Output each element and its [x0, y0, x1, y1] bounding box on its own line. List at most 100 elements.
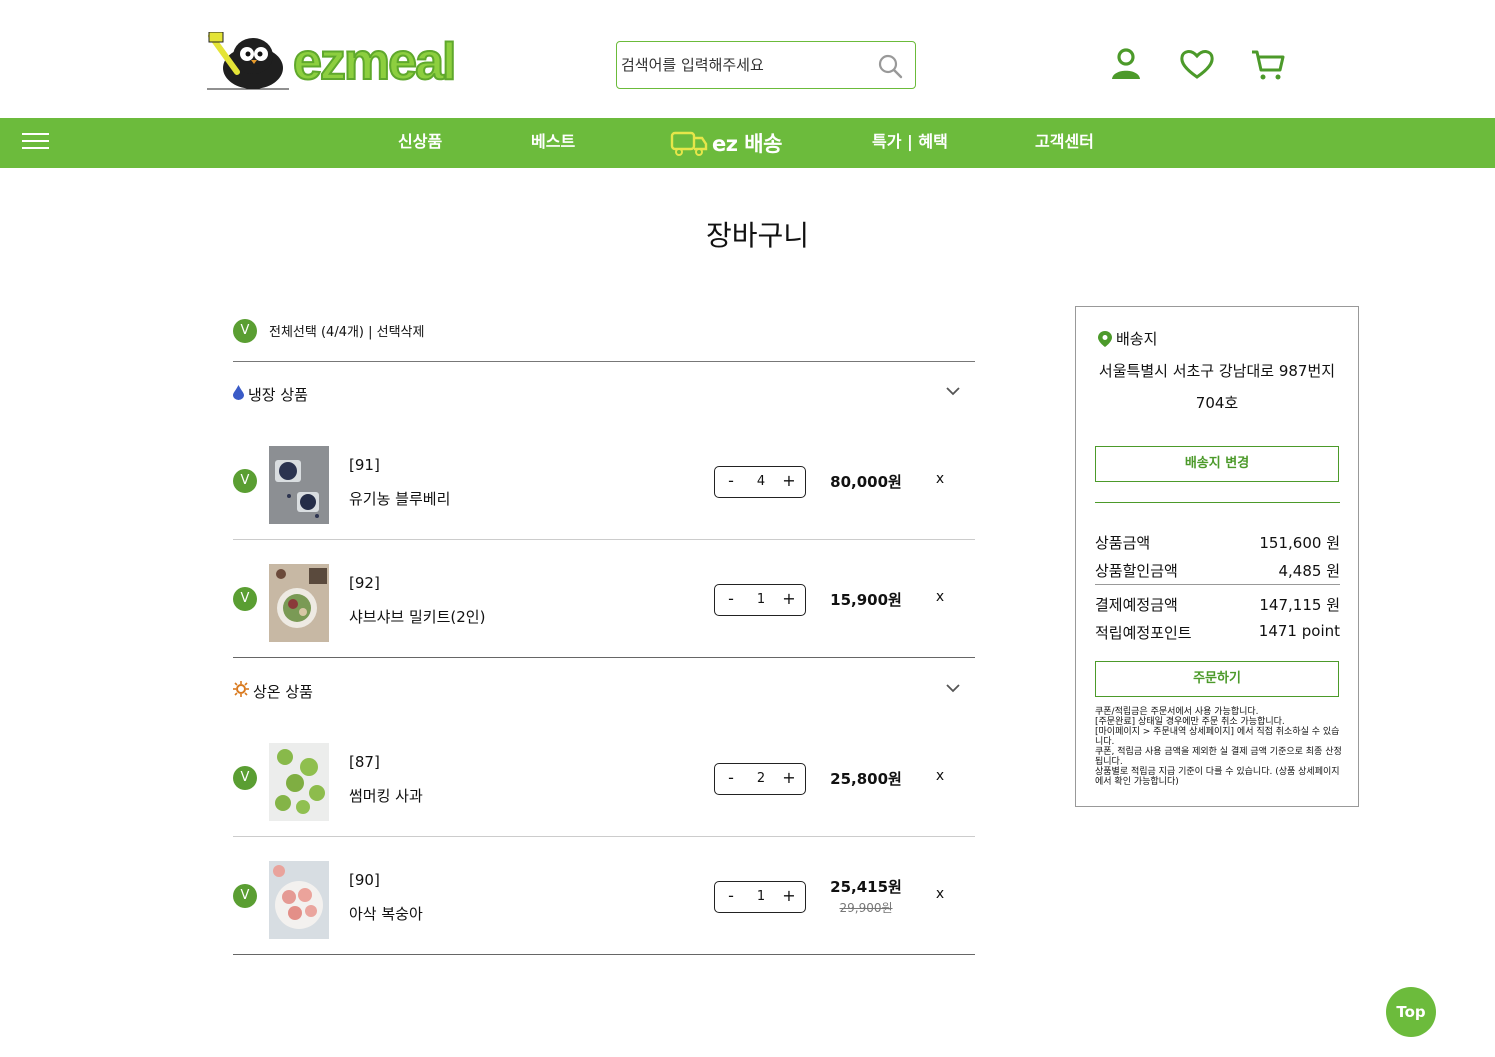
- heart-icon[interactable]: [1179, 46, 1215, 82]
- ezmeal-logo[interactable]: ezmeal: [207, 32, 457, 92]
- apple-product-image[interactable]: [269, 743, 329, 821]
- remove-item-button[interactable]: x: [935, 768, 945, 784]
- summary-label: 결제예정금액: [1095, 596, 1178, 614]
- peach-product-image[interactable]: [269, 861, 329, 939]
- shipping-address: 서울특별시 서초구 강남대로 987번지 704호: [1098, 362, 1336, 412]
- search-icon[interactable]: [877, 53, 903, 79]
- penguin-mascot-icon: [207, 32, 289, 90]
- nav-ez-label: ez 배송: [712, 132, 782, 156]
- cart-item-row: V [92] 샤브샤브 밀키트(2인) - 1 + 15,900원 x: [233, 540, 975, 658]
- item-price: 25,415원: [830, 878, 902, 896]
- item-checkbox[interactable]: V: [233, 884, 257, 908]
- note-line: 쿠폰, 적립금 사용 금액을 제외한 실 결제 금액 기준으로 최종 산정됩니다…: [1095, 747, 1342, 767]
- decrease-button[interactable]: -: [717, 767, 745, 791]
- item-price: 25,800원: [830, 770, 902, 788]
- cart-icon[interactable]: [1250, 46, 1286, 82]
- quantity-stepper: - 4 +: [714, 466, 806, 498]
- location-pin-icon: [1098, 330, 1112, 347]
- chevron-down-icon[interactable]: [945, 683, 961, 693]
- search-box[interactable]: [616, 41, 916, 89]
- blueberry-product-image[interactable]: [269, 446, 329, 524]
- order-button[interactable]: 주문하기: [1095, 661, 1339, 697]
- order-notes: 쿠폰/적립금은 주문서에서 사용 가능합니다. [주문완료] 상태일 경우에만 …: [1095, 707, 1343, 787]
- note-line: [주문완료] 상태일 경우에만 주문 취소 가능합니다.: [1095, 717, 1285, 727]
- select-all-checkbox[interactable]: V: [233, 319, 257, 343]
- summary-row-product-amount: 상품금액 151,600 원: [1095, 532, 1340, 558]
- section-refrigerated[interactable]: 냉장 상품: [233, 362, 975, 422]
- nav-item-ez-delivery[interactable]: ez 배송: [670, 128, 782, 158]
- logo-wordmark: ezmeal: [292, 32, 457, 92]
- item-name[interactable]: 유기농 블루베리: [349, 488, 450, 509]
- item-checkbox[interactable]: V: [233, 587, 257, 611]
- cart-item-row: V [91] 유기농 블루베리 - 4 + 80,000원 x: [233, 422, 975, 540]
- increase-button[interactable]: +: [775, 470, 803, 494]
- sun-icon: [233, 681, 249, 697]
- section-label: 상온 상품: [253, 683, 313, 701]
- item-original-price: 29,900원: [839, 901, 893, 915]
- item-name[interactable]: 아삭 복숭아: [349, 903, 423, 924]
- section-label: 냉장 상품: [248, 386, 308, 404]
- increase-button[interactable]: +: [775, 767, 803, 791]
- chevron-down-icon[interactable]: [945, 386, 961, 396]
- summary-value: 147,115 원: [1259, 596, 1340, 614]
- nav-item-new[interactable]: 신상품: [398, 118, 442, 168]
- increase-button[interactable]: +: [775, 588, 803, 612]
- order-summary-panel: 배송지 서울특별시 서초구 강남대로 987번지 704호 배송지 변경 상품금…: [1075, 306, 1359, 807]
- item-code: [87]: [349, 753, 380, 771]
- nav-item-deals[interactable]: 특가 | 혜택: [872, 118, 948, 168]
- section-room-temperature[interactable]: 상온 상품: [233, 659, 975, 719]
- quantity-value[interactable]: 4: [745, 467, 777, 497]
- change-address-button[interactable]: 배송지 변경: [1095, 446, 1339, 482]
- quantity-value[interactable]: 1: [745, 882, 777, 912]
- quantity-value[interactable]: 1: [745, 585, 777, 615]
- note-line: [마이페이지 > 주문내역 상세페이지] 에서 직접 취소하실 수 있습니다.: [1095, 727, 1340, 747]
- summary-row-discount: 상품할인금액 4,485 원: [1095, 560, 1340, 585]
- summary-value: 1471 point: [1258, 622, 1340, 640]
- note-line: 쿠폰/적립금은 주문서에서 사용 가능합니다.: [1095, 707, 1259, 717]
- cart-item-row: V [87] 썸머킹 사과 - 2 + 25,800원 x: [233, 719, 975, 837]
- quantity-value[interactable]: 2: [745, 764, 777, 794]
- item-checkbox[interactable]: V: [233, 469, 257, 493]
- scroll-top-button[interactable]: Top: [1386, 987, 1436, 1037]
- main-nav: 신상품 베스트 ez 배송 특가 | 혜택 고객센터: [0, 118, 1495, 168]
- decrease-button[interactable]: -: [717, 470, 745, 494]
- summary-row-payment: 결제예정금액 147,115 원: [1095, 594, 1340, 620]
- search-input[interactable]: [619, 42, 869, 88]
- summary-label: 상품할인금액: [1095, 562, 1178, 580]
- decrease-button[interactable]: -: [717, 885, 745, 909]
- summary-row-points: 적립예정포인트 1471 point: [1095, 622, 1340, 648]
- item-name[interactable]: 샤브샤브 밀키트(2인): [349, 606, 485, 627]
- item-code: [92]: [349, 574, 380, 592]
- delivery-truck-icon: [670, 131, 708, 156]
- shipping-label: 배송지: [1098, 328, 1157, 349]
- summary-label: 적립예정포인트: [1095, 624, 1192, 642]
- quantity-stepper: - 1 +: [714, 881, 806, 913]
- remove-item-button[interactable]: x: [935, 886, 945, 902]
- summary-value: 4,485 원: [1278, 562, 1340, 580]
- cart-item-row: V [90] 아삭 복숭아 - 1 + 25,415원 29,900원 x: [233, 837, 975, 955]
- menu-icon[interactable]: [22, 133, 49, 153]
- select-all-text[interactable]: 전체선택 (4/4개) | 선택삭제: [269, 321, 424, 340]
- item-code: [91]: [349, 456, 380, 474]
- remove-item-button[interactable]: x: [935, 471, 945, 487]
- item-price: 80,000원: [830, 473, 902, 491]
- summary-value: 151,600 원: [1259, 534, 1340, 552]
- quantity-stepper: - 1 +: [714, 584, 806, 616]
- water-drop-icon: [233, 385, 244, 400]
- decrease-button[interactable]: -: [717, 588, 745, 612]
- select-all-bar: V 전체선택 (4/4개) | 선택삭제: [233, 318, 975, 362]
- divider: [1095, 502, 1340, 503]
- note-line: 상품별로 적립금 지급 기준이 다를 수 있습니다. (상품 상세페이지에서 확…: [1095, 767, 1340, 787]
- shabu-mealkit-product-image[interactable]: [269, 564, 329, 642]
- nav-item-support[interactable]: 고객센터: [1035, 118, 1094, 168]
- quantity-stepper: - 2 +: [714, 763, 806, 795]
- increase-button[interactable]: +: [775, 885, 803, 909]
- nav-item-best[interactable]: 베스트: [531, 118, 575, 168]
- item-code: [90]: [349, 871, 380, 889]
- shipping-label-text: 배송지: [1116, 330, 1158, 348]
- remove-item-button[interactable]: x: [935, 589, 945, 605]
- item-checkbox[interactable]: V: [233, 766, 257, 790]
- item-price: 15,900원: [830, 591, 902, 609]
- user-icon[interactable]: [1108, 46, 1144, 82]
- item-name[interactable]: 썸머킹 사과: [349, 785, 423, 806]
